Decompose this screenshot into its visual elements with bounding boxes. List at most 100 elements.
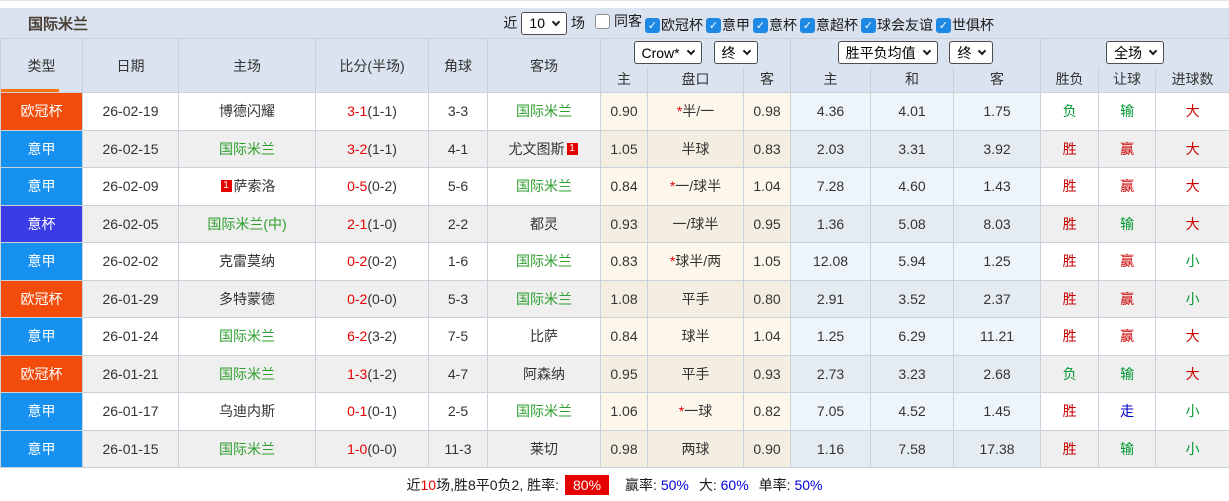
match-table-body: 欧冠杯 26-02-19 博德闪耀 3-1(1-1) 3-3 国际米兰 0.90 *半/一 0.… <box>0 92 1229 468</box>
result-outcome-cell: 胜 <box>1040 129 1100 168</box>
score-cell: 0-1(0-1) <box>315 392 429 431</box>
avg-lose-cell: 1.75 <box>953 92 1042 131</box>
filter-club-friendly[interactable]: ✓ 球会友谊 <box>861 15 933 35</box>
scope-select[interactable]: 全场 <box>1106 41 1165 65</box>
avg-win-cell: 1.25 <box>790 317 872 356</box>
home-team-cell: 国际米兰 <box>178 129 316 168</box>
result-goals-cell: 大 <box>1155 129 1229 168</box>
avg-draw-cell: 4.01 <box>870 92 955 131</box>
result-goals-cell: 小 <box>1155 392 1229 431</box>
date-cell: 26-01-24 <box>82 317 179 356</box>
half-time-score: (3-2) <box>367 328 397 345</box>
result-outcome-cell: 胜 <box>1040 242 1100 281</box>
corners-cell: 3-3 <box>428 92 488 131</box>
full-time-score: 1-0 <box>347 440 368 457</box>
corners-cell: 4-7 <box>428 354 488 393</box>
handicap-cell: 平手 <box>647 279 744 318</box>
filter-ucl[interactable]: ✓ 欧冠杯 <box>645 15 703 35</box>
odds-away-cell: 1.05 <box>742 242 792 281</box>
date-cell: 26-02-09 <box>82 167 179 206</box>
league-cell: 意甲 <box>0 242 83 281</box>
result-goals-cell: 小 <box>1155 429 1229 468</box>
handicap-value: 一/球半 <box>675 178 722 195</box>
odds-company-select[interactable]: Crow* <box>633 41 702 65</box>
corners-cell: 5-3 <box>428 279 488 318</box>
avg-win-cell: 12.08 <box>790 242 872 281</box>
odds-time-select[interactable]: 终 <box>713 41 758 65</box>
table-row: 欧冠杯 26-01-29 多特蒙德 0-2(0-0) 5-3 国际米兰 1.08 平手 0.80… <box>0 279 1229 318</box>
league-cell: 欧冠杯 <box>0 92 83 131</box>
checkbox-checked-icon: ✓ <box>936 17 951 33</box>
filter-coppa-italia[interactable]: ✓ 意杯 <box>753 15 797 35</box>
full-time-score: 1-3 <box>347 365 368 382</box>
avg-draw-cell: 5.94 <box>870 242 955 281</box>
filter-same-venue[interactable]: 同客 <box>595 11 642 31</box>
team-name: 国际米兰 <box>516 290 572 307</box>
away-team-cell: 国际米兰 <box>487 279 601 318</box>
score-cell: 3-2(1-1) <box>315 129 429 168</box>
header-avg-draw: 和 <box>870 66 955 93</box>
score-cell: 3-1(1-1) <box>315 92 429 131</box>
league-cell: 欧冠杯 <box>0 354 83 393</box>
odds-away-cell: 1.04 <box>742 167 792 206</box>
away-team-cell: 莱切 <box>487 429 601 468</box>
matches-label: 场 <box>571 15 585 31</box>
result-goals-cell: 大 <box>1155 204 1229 243</box>
footer-prefix: 近 <box>406 477 421 493</box>
handicap-cell: *半/一 <box>647 92 744 131</box>
table-row: 意甲 26-02-09 1 萨索洛 0-5(0-2) 5-6 国际米兰 0.84 *一/球半 1.… <box>0 167 1229 206</box>
avg-lose-cell: 8.03 <box>953 204 1042 243</box>
avg-draw-cell: 7.58 <box>870 429 955 468</box>
odds-home-cell: 0.93 <box>600 204 648 243</box>
handicap-cell: 两球 <box>647 429 744 468</box>
recent-count-select[interactable]: 10 <box>521 11 567 35</box>
half-time-score: (0-0) <box>367 440 397 457</box>
filter-serie-a[interactable]: ✓ 意甲 <box>706 15 750 35</box>
handicap-cell: *一/球半 <box>647 167 744 206</box>
header-result-goals: 进球数 <box>1155 66 1229 93</box>
odds-home-cell: 0.95 <box>600 354 648 393</box>
footer-record: 场,胜8平0负2, 胜率: <box>436 477 560 493</box>
avg-lose-cell: 11.21 <box>953 317 1042 356</box>
stat-label: 大: <box>698 477 717 493</box>
handicap-cell: *球半/两 <box>647 242 744 281</box>
handicap-cell: *一球 <box>647 392 744 431</box>
full-time-score: 3-1 <box>347 103 368 120</box>
chevron-down-icon <box>1148 47 1158 56</box>
select-value: 胜平负均值 <box>845 44 916 61</box>
corners-cell: 11-3 <box>428 429 488 468</box>
handicap-cell: 球半 <box>647 317 744 356</box>
result-outcome-cell: 胜 <box>1040 167 1100 206</box>
odds-group-header: Crow* 终 <box>599 38 792 67</box>
handicap-cell: 平手 <box>647 354 744 393</box>
avg-odds-select[interactable]: 胜平负均值 <box>837 41 938 65</box>
home-team-cell: 国际米兰 <box>178 354 316 393</box>
select-value: Crow* <box>641 44 680 61</box>
header-label: 类型 <box>27 57 56 74</box>
filter-italian-super-cup[interactable]: ✓ 意超杯 <box>800 15 858 35</box>
avg-time-select[interactable]: 终 <box>949 41 994 65</box>
table-row: 意甲 26-01-15 国际米兰 1-0(0-0) 11-3 莱切 0.98 两球 0.90 1.… <box>0 429 1229 468</box>
result-handicap-cell: 输 <box>1098 92 1157 131</box>
avg-lose-cell: 1.45 <box>953 392 1042 431</box>
avg-draw-cell: 4.52 <box>870 392 955 431</box>
red-card-badge: 1 <box>220 180 232 193</box>
checkbox-unchecked-icon <box>595 13 610 29</box>
odds-home-cell: 1.08 <box>600 279 648 318</box>
full-time-score: 2-1 <box>347 215 368 232</box>
result-outcome-cell: 胜 <box>1040 279 1100 318</box>
match-history-panel: 国际米兰 近 10 场 同客 ✓ 欧冠杯 ✓ 意甲 ✓ 意杯 ✓ 意超杯 ✓ 球会友谊 ✓ 世俱杯 类型 <box>0 0 1229 501</box>
filter-label: 意甲 <box>722 17 750 33</box>
corners-cell: 2-2 <box>428 204 488 243</box>
odds-away-cell: 0.82 <box>742 392 792 431</box>
stat-label: 单率: <box>758 477 791 493</box>
selects-header-row: 类型 日期 主场 比分(半场) 角球 客场 Crow* 终 胜平负均值 终 全场 <box>0 38 1229 93</box>
filter-club-world-cup[interactable]: ✓ 世俱杯 <box>936 15 994 35</box>
filter-label: 欧冠杯 <box>661 17 703 33</box>
handicap-cell: 半球 <box>647 129 744 168</box>
checkbox-checked-icon: ✓ <box>753 17 768 33</box>
result-goals-cell: 小 <box>1155 279 1229 318</box>
odds-away-cell: 0.83 <box>742 129 792 168</box>
table-row: 意甲 26-01-24 国际米兰 6-2(3-2) 7-5 比萨 0.84 球半 1.04 1.2… <box>0 317 1229 356</box>
table-row: 欧冠杯 26-01-21 国际米兰 1-3(1-2) 4-7 阿森纳 0.95 平手 0.93 2… <box>0 354 1229 393</box>
